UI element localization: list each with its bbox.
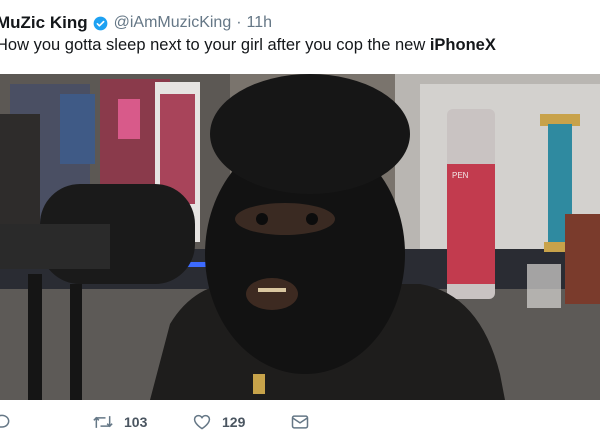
tweet-text-main: How you gotta sleep next to your girl af…: [0, 36, 430, 54]
tweet-text-bold: iPhoneX: [429, 36, 496, 54]
like-count: 129: [222, 414, 246, 430]
like-icon: [193, 414, 211, 430]
reply-button[interactable]: [0, 412, 12, 432]
tweet-media-image[interactable]: PEN: [0, 74, 600, 400]
reply-icon: [0, 414, 10, 428]
dm-icon: [291, 415, 309, 429]
user-handle[interactable]: @iAmMuzicKing: [114, 14, 232, 32]
tweet-actions: 103 129: [0, 412, 600, 442]
dm-button[interactable]: [290, 412, 310, 432]
verified-badge-icon: [93, 16, 107, 30]
tweet-timestamp[interactable]: 11h: [247, 14, 273, 32]
bottle-label: PEN: [452, 171, 469, 180]
media-photo: PEN: [0, 74, 600, 400]
retweet-count: 103: [124, 414, 148, 430]
tweet-header: MuZic King @iAmMuzicKing · 11h: [0, 10, 272, 36]
tweet-text: How you gotta sleep next to your girl af…: [0, 36, 496, 55]
retweet-button[interactable]: 103: [92, 412, 147, 432]
meta-separator: ·: [236, 14, 242, 31]
like-button[interactable]: 129: [192, 412, 245, 432]
retweet-icon: [93, 416, 113, 428]
display-name[interactable]: MuZic King: [0, 13, 88, 33]
